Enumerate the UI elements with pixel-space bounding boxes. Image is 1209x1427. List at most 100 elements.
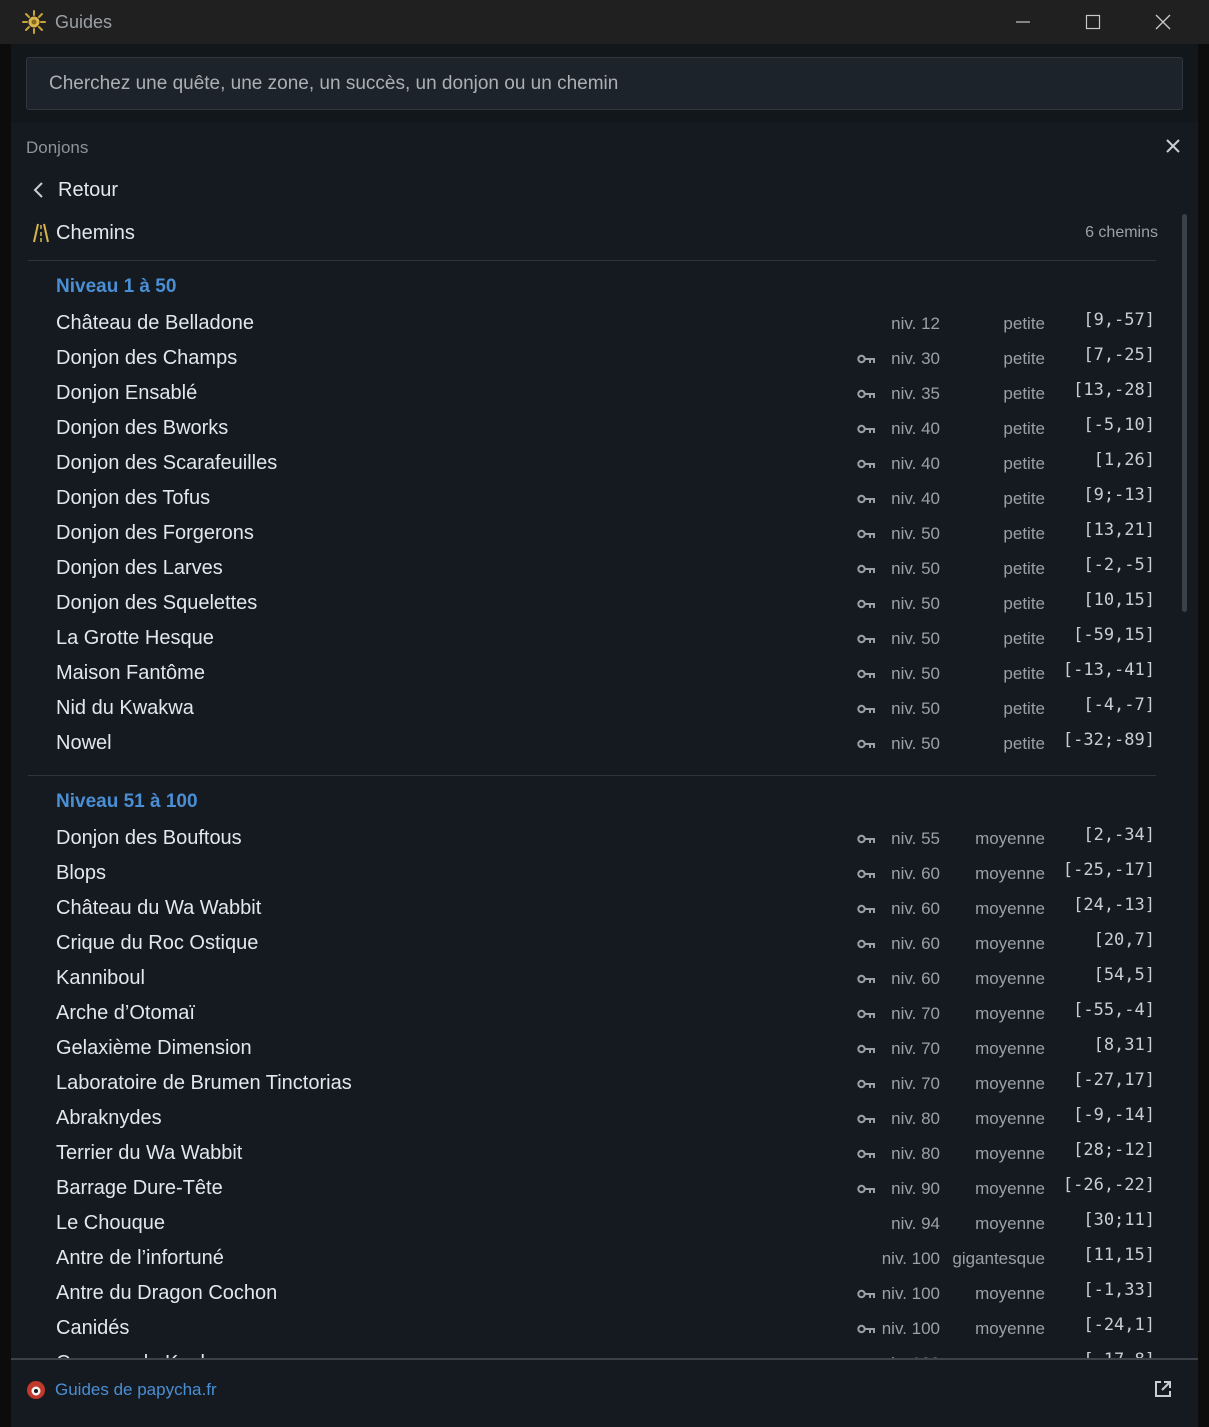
key-icon — [857, 834, 875, 844]
dungeon-size: petite — [1003, 734, 1045, 753]
close-panel-button[interactable] — [1161, 134, 1185, 160]
search-input[interactable] — [26, 57, 1183, 110]
dungeon-level: niv. 60 — [891, 899, 940, 918]
dungeon-size: moyenne — [975, 1039, 1045, 1058]
dungeon-level: niv. 70 — [891, 1004, 940, 1023]
dungeon-row[interactable]: Antre du Dragon Cochon niv. 100 moyenne [-1… — [11, 1276, 1198, 1311]
dungeon-row[interactable]: Château du Wa Wabbit niv. 60 moyenne [24,-1… — [11, 891, 1198, 926]
dungeon-row[interactable]: La Grotte Hesque niv. 50 petite [-59,15] — [11, 621, 1198, 656]
close-window-button[interactable] — [1128, 0, 1198, 44]
dungeon-name: Maison Fantôme — [56, 662, 205, 684]
external-link-icon[interactable] — [1153, 1379, 1173, 1399]
dungeon-row[interactable]: Nid du Kwakwa niv. 50 petite [-4,-7] — [11, 691, 1198, 726]
guides-window: Guides Donjons Retour Chemins 6 chemins — [0, 0, 1209, 1427]
dungeon-coords: [9,-57] — [1083, 310, 1155, 330]
dungeon-row[interactable]: Le Chouque niv. 94 moyenne [30;11] — [11, 1206, 1198, 1241]
dungeon-level: niv. 35 — [891, 384, 940, 403]
papycha-link[interactable]: Guides de papycha.fr — [55, 1380, 217, 1400]
dungeon-level: niv. 94 — [891, 1214, 940, 1233]
road-icon — [33, 223, 49, 243]
dungeon-row[interactable]: Donjon des Forgerons niv. 50 petite [13,21] — [11, 516, 1198, 551]
dungeon-row[interactable]: Donjon des Scarafeuilles niv. 40 petite [1,… — [11, 446, 1198, 481]
dungeon-name: Château de Belladone — [56, 312, 254, 334]
dungeon-size: moyenne — [975, 1179, 1045, 1198]
dungeon-level: niv. 30 — [891, 349, 940, 368]
dungeon-row[interactable]: Blops niv. 60 moyenne [-25,-17] — [11, 856, 1198, 891]
dungeon-coords: [-59,15] — [1073, 625, 1155, 645]
key-icon — [857, 424, 875, 434]
dungeon-row[interactable]: Kanniboul niv. 60 moyenne [54,5] — [11, 961, 1198, 996]
dungeon-size: moyenne — [975, 899, 1045, 918]
close-icon — [1155, 14, 1171, 30]
dungeon-size: moyenne — [975, 969, 1045, 988]
dungeon-name: Château du Wa Wabbit — [56, 897, 262, 919]
dungeon-row[interactable]: Arche d’Otomaï niv. 70 moyenne [-55,-4] — [11, 996, 1198, 1031]
dungeon-name: Donjon des Forgerons — [56, 522, 254, 544]
dungeon-coords: [13,21] — [1083, 520, 1155, 540]
dungeon-row[interactable]: Antre de l’infortuné niv. 100 gigantesque [… — [11, 1241, 1198, 1276]
dungeon-coords: [1,26] — [1093, 450, 1155, 470]
dungeon-size: petite — [1003, 489, 1045, 508]
key-icon — [857, 869, 875, 879]
dungeon-size: petite — [1003, 559, 1045, 578]
dungeon-coords: [28;-12] — [1073, 1140, 1155, 1160]
dungeon-name: Donjon des Squelettes — [56, 592, 258, 614]
dungeon-name: Donjon des Bworks — [56, 417, 229, 439]
paths-count: 6 chemins — [1085, 224, 1158, 241]
dungeon-level: niv. 50 — [891, 699, 940, 718]
key-icon — [857, 564, 875, 574]
dungeon-coords: [2,-34] — [1083, 825, 1155, 845]
dungeon-row[interactable]: Nowel niv. 50 petite [-32;-89] — [11, 726, 1198, 761]
chevron-left-icon — [33, 182, 43, 198]
dungeon-name: Donjon des Tofus — [56, 487, 211, 509]
dungeon-coords: [30;11] — [1083, 1210, 1155, 1230]
dungeon-list: Niveau 1 à 50 Château de Belladone niv. 1… — [11, 254, 1198, 1358]
key-icon — [857, 529, 875, 539]
dungeon-row[interactable]: Donjon des Squelettes niv. 50 petite [10,15… — [11, 586, 1198, 621]
dungeon-level: niv. 40 — [891, 419, 940, 438]
dungeon-coords: [-24,1] — [1083, 1315, 1155, 1335]
dungeon-coords: [10,15] — [1083, 590, 1155, 610]
dungeon-row[interactable]: Terrier du Wa Wabbit niv. 80 moyenne [28;-1… — [11, 1136, 1198, 1171]
dungeon-row[interactable]: Donjon des Larves niv. 50 petite [-2,-5] — [11, 551, 1198, 586]
dungeon-row[interactable]: Abraknydes niv. 80 moyenne [-9,-14] — [11, 1101, 1198, 1136]
window-title: Guides — [55, 12, 113, 32]
dungeon-level: niv. 50 — [891, 629, 940, 648]
dungeon-level: niv. 100 — [881, 1319, 940, 1338]
dungeon-row[interactable]: Laboratoire de Brumen Tinctorias niv. 70 m… — [11, 1066, 1198, 1101]
group-title: Niveau 1 à 50 — [56, 276, 177, 297]
back-button[interactable]: Retour — [26, 176, 226, 206]
dungeon-row[interactable]: Donjon des Bouftous niv. 55 moyenne [2,-34] — [11, 821, 1198, 856]
dungeon-size: moyenne — [975, 1074, 1045, 1093]
dungeon-row[interactable]: Gelaxième Dimension niv. 70 moyenne [8,31] — [11, 1031, 1198, 1066]
dungeon-level: niv. 60 — [891, 934, 940, 953]
dungeon-row[interactable]: Canidés niv. 100 moyenne [-24,1] — [11, 1311, 1198, 1346]
dungeon-size: petite — [1003, 629, 1045, 648]
dungeon-name: Antre du Dragon Cochon — [56, 1282, 278, 1304]
dungeon-level: niv. 12 — [891, 314, 940, 333]
dungeon-row[interactable]: Maison Fantôme niv. 50 petite [-13,-41] — [11, 656, 1198, 691]
group-title: Niveau 51 à 100 — [56, 791, 198, 812]
minimize-button[interactable] — [988, 0, 1058, 44]
paths-item[interactable]: Chemins 6 chemins — [26, 218, 1158, 250]
dungeon-row[interactable]: Barrage Dure-Tête niv. 90 moyenne [-26,-22] — [11, 1171, 1198, 1206]
dungeon-row[interactable]: Caverne du Koulosseniv. 100moyenne[-17,8… — [11, 1346, 1198, 1358]
key-icon — [857, 1009, 875, 1019]
key-icon — [857, 599, 875, 609]
dungeon-coords: [20,7] — [1093, 930, 1155, 950]
dungeon-level: niv. 50 — [891, 664, 940, 683]
dungeon-row[interactable]: Château de Belladone niv. 12 petite [9,-57] — [11, 306, 1198, 341]
dungeon-coords: [-2,-5] — [1083, 555, 1155, 575]
dungeon-name: Donjon des Larves — [56, 557, 223, 579]
key-icon — [857, 1079, 875, 1089]
maximize-button[interactable] — [1058, 0, 1128, 44]
dungeon-row[interactable]: Donjon des Champs niv. 30 petite [7,-25] — [11, 341, 1198, 376]
dungeon-row[interactable]: Donjon des Tofus niv. 40 petite [9;-13] — [11, 481, 1198, 516]
dungeon-level: niv. 80 — [891, 1144, 940, 1163]
dungeon-name: Laboratoire de Brumen Tinctorias — [56, 1072, 352, 1094]
dungeon-row[interactable]: Donjon des Bworks niv. 40 petite [-5,10] — [11, 411, 1198, 446]
dungeon-row[interactable]: Crique du Roc Ostique niv. 60 moyenne [20,7… — [11, 926, 1198, 961]
dungeon-level: niv. 50 — [891, 594, 940, 613]
dungeon-row[interactable]: Donjon Ensablé niv. 35 petite [13,-28] — [11, 376, 1198, 411]
dungeon-coords: [-27,17] — [1073, 1070, 1155, 1090]
